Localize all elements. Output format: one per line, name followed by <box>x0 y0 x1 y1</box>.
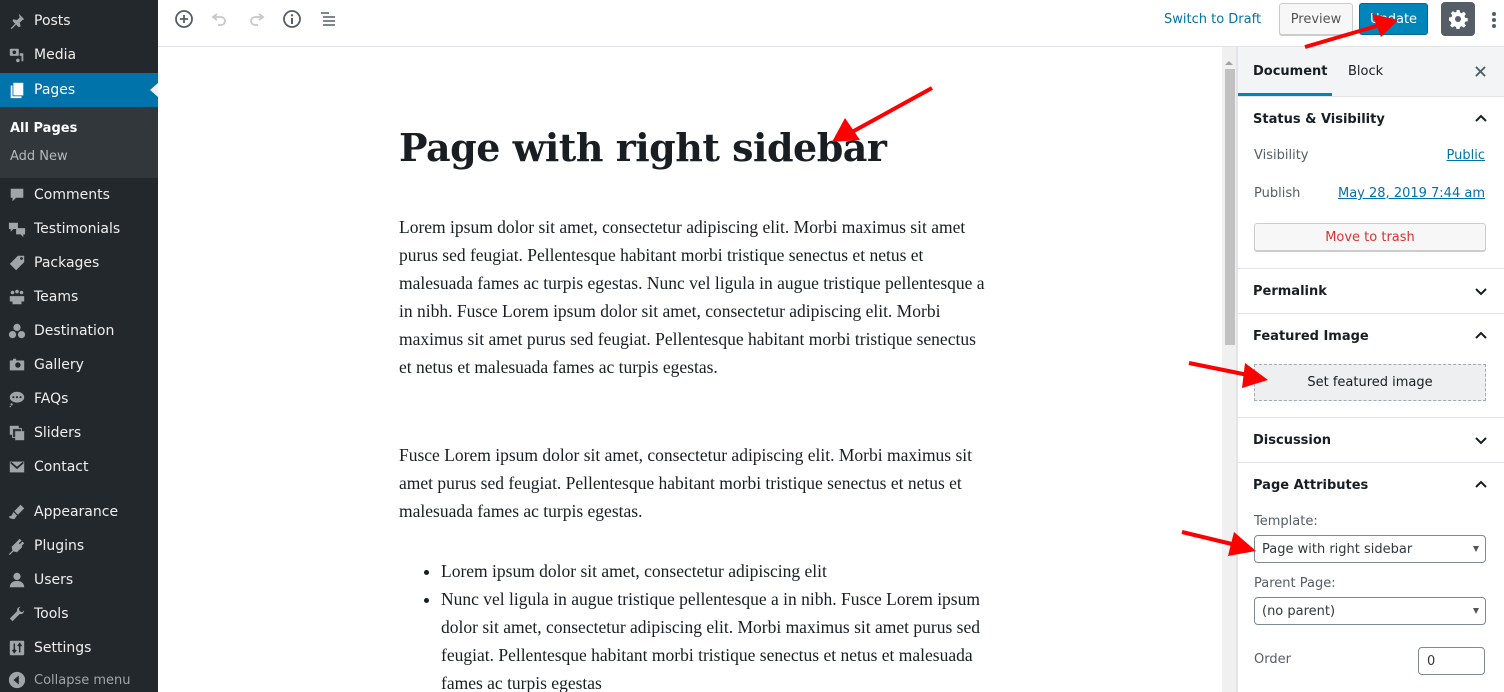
media-icon <box>7 45 27 65</box>
close-sidebar-button[interactable] <box>1470 61 1490 81</box>
menu-item-comments[interactable]: Comments <box>0 178 158 212</box>
menu-item-testimonials[interactable]: Testimonials <box>0 212 158 246</box>
pages-icon <box>7 80 27 100</box>
collapse-arrow-icon <box>8 671 26 689</box>
list-outline-icon <box>321 12 335 26</box>
tab-document[interactable]: Document <box>1253 64 1328 79</box>
order-label: Order <box>1254 652 1291 667</box>
menu-item-settings[interactable]: Settings <box>0 631 158 665</box>
user-icon <box>7 570 27 590</box>
destination-icon <box>7 321 27 341</box>
menu-item-gallery[interactable]: Gallery <box>0 348 158 382</box>
plus-circle-icon <box>175 10 193 28</box>
tab-block[interactable]: Block <box>1348 64 1383 79</box>
panel-status-visibility-toggle[interactable]: Status & Visibility <box>1238 97 1504 141</box>
redo-button[interactable] <box>238 1 274 37</box>
undo-icon <box>211 13 226 26</box>
switch-to-draft-button[interactable]: Switch to Draft <box>1164 12 1261 27</box>
plugin-icon <box>7 536 27 556</box>
chevron-down-icon <box>1475 437 1487 445</box>
move-to-trash-button[interactable]: Move to trash <box>1254 223 1486 251</box>
settings-sliders-icon <box>7 638 27 658</box>
order-input[interactable] <box>1418 647 1485 675</box>
parent-page-label: Parent Page: <box>1254 576 1336 591</box>
testimonials-icon <box>7 219 27 239</box>
active-tab-indicator <box>1238 93 1332 96</box>
tag-icon <box>7 253 27 273</box>
visibility-toggle-link[interactable]: Public <box>1447 148 1485 163</box>
menu-item-faqs[interactable]: FAQs <box>0 382 158 416</box>
settings-sidebar: Document Block Status & Visibility Visib… <box>1237 47 1504 692</box>
paragraph-block[interactable]: Fusce Lorem ipsum dolor sit amet, consec… <box>399 441 989 525</box>
panel-discussion-toggle[interactable]: Discussion <box>1238 418 1504 462</box>
wrench-icon <box>7 604 27 624</box>
menu-item-sliders[interactable]: Sliders <box>0 416 158 450</box>
scrollbar-thumb[interactable] <box>1225 69 1235 345</box>
admin-sidebar: Posts Media Pages All Pages Add New Comm… <box>0 0 158 692</box>
gear-icon <box>1449 10 1468 29</box>
collapse-menu-button[interactable]: Collapse menu <box>0 668 158 692</box>
chevron-down-icon <box>1475 288 1487 296</box>
redo-icon <box>250 13 265 26</box>
visibility-label: Visibility <box>1254 148 1309 163</box>
editor-toolbar: Switch to Draft Preview Update <box>158 0 1504 47</box>
comment-icon <box>7 185 27 205</box>
post-title[interactable]: Page with right sidebar <box>399 125 887 170</box>
list-item: Lorem ipsum dolor sit amet, consectetur … <box>441 557 991 585</box>
menu-item-users[interactable]: Users <box>0 563 158 597</box>
sidebar-tabs: Document Block <box>1238 47 1504 97</box>
submenu-add-new[interactable]: Add New <box>10 149 68 164</box>
undo-button[interactable] <box>202 1 238 37</box>
menu-item-contact[interactable]: Contact <box>0 450 158 484</box>
settings-toggle-button[interactable] <box>1441 2 1475 36</box>
camera-icon <box>7 355 27 375</box>
menu-item-teams[interactable]: Teams <box>0 280 158 314</box>
menu-item-appearance[interactable]: Appearance <box>0 495 158 529</box>
list-block[interactable]: Lorem ipsum dolor sit amet, consectetur … <box>441 557 991 692</box>
list-item: Nunc vel ligula in augue tristique pelle… <box>441 585 991 692</box>
email-icon <box>7 457 27 477</box>
vertical-ellipsis-icon <box>1492 12 1496 28</box>
menu-item-tools[interactable]: Tools <box>0 597 158 631</box>
menu-item-pages[interactable]: Pages <box>0 73 158 107</box>
menu-item-posts[interactable]: Posts <box>0 4 158 38</box>
close-icon <box>1474 65 1486 77</box>
brush-icon <box>7 502 27 522</box>
groups-icon <box>7 287 27 307</box>
scroll-up-arrow-icon[interactable] <box>1225 61 1233 65</box>
chevron-up-icon <box>1475 114 1487 122</box>
panel-page-attributes-toggle[interactable]: Page Attributes <box>1238 463 1504 507</box>
set-featured-image-button[interactable]: Set featured image <box>1254 364 1486 401</box>
publish-label: Publish <box>1254 186 1301 201</box>
panel-permalink-toggle[interactable]: Permalink <box>1238 269 1504 313</box>
dropdown-caret-icon <box>1473 608 1479 614</box>
paragraph-block[interactable]: Lorem ipsum dolor sit amet, consectetur … <box>399 213 989 381</box>
menu-item-media[interactable]: Media <box>0 38 158 72</box>
pin-icon <box>7 11 27 31</box>
info-icon <box>283 10 301 28</box>
menu-item-destination[interactable]: Destination <box>0 314 158 348</box>
chevron-up-icon <box>1475 331 1487 339</box>
menu-item-packages[interactable]: Packages <box>0 246 158 280</box>
chevron-up-icon <box>1475 480 1487 488</box>
more-menu-button[interactable] <box>1484 4 1504 36</box>
block-navigation-button[interactable] <box>310 1 346 37</box>
panel-featured-image-toggle[interactable]: Featured Image <box>1238 314 1504 358</box>
parent-page-select[interactable]: (no parent) <box>1254 597 1486 625</box>
submenu-all-pages[interactable]: All Pages <box>10 121 77 136</box>
add-block-button[interactable] <box>166 1 202 37</box>
editor-canvas: Page with right sidebar Lorem ipsum dolo… <box>158 47 1222 692</box>
content-info-button[interactable] <box>274 1 310 37</box>
faq-bubble-icon <box>7 389 27 409</box>
editor-scrollbar[interactable] <box>1222 47 1237 692</box>
dropdown-caret-icon <box>1473 546 1479 552</box>
update-button[interactable]: Update <box>1359 3 1428 35</box>
publish-date-link[interactable]: May 28, 2019 7:44 am <box>1338 186 1485 201</box>
preview-button[interactable]: Preview <box>1279 3 1353 35</box>
template-select[interactable]: Page with right sidebar <box>1254 535 1486 563</box>
slides-icon <box>7 423 27 443</box>
pages-submenu: All Pages Add New <box>0 107 158 178</box>
menu-item-plugins[interactable]: Plugins <box>0 529 158 563</box>
template-label: Template: <box>1254 514 1318 529</box>
